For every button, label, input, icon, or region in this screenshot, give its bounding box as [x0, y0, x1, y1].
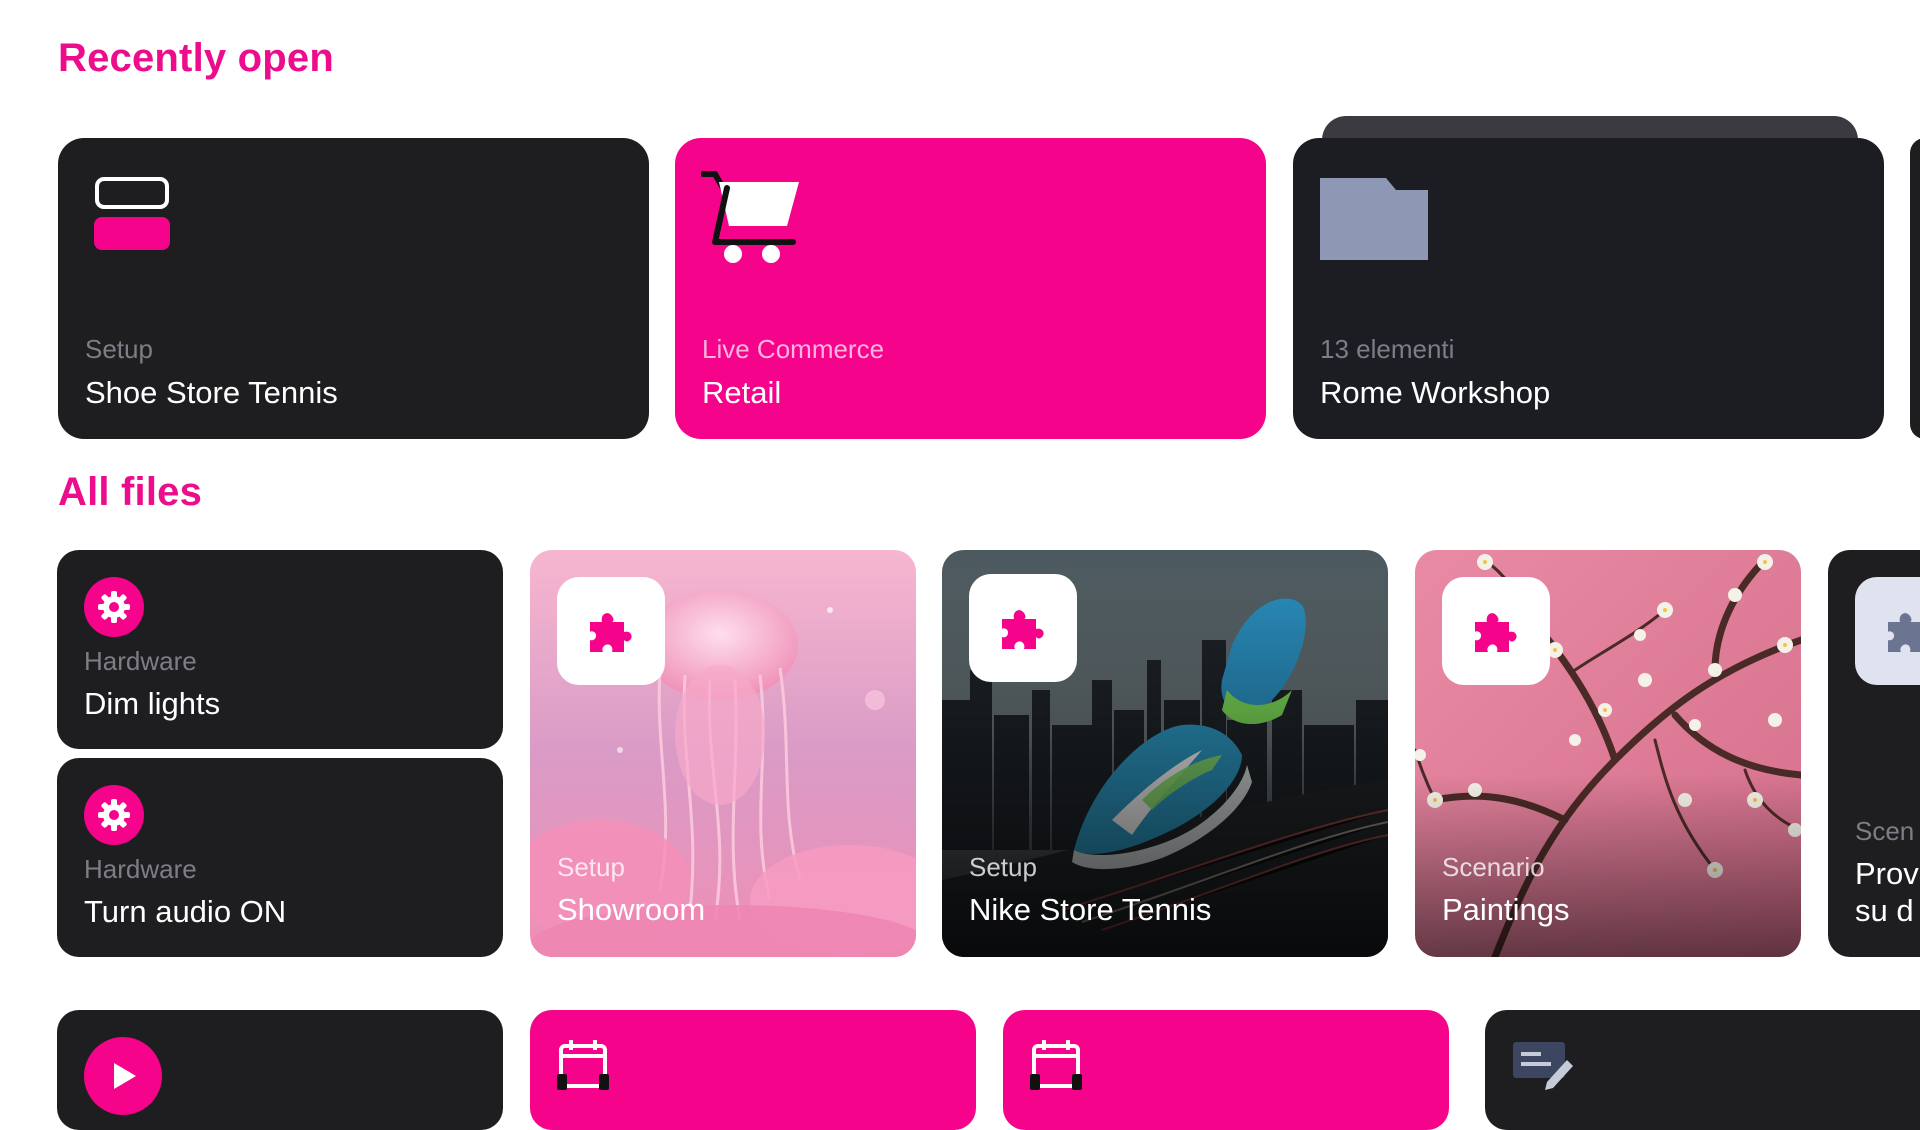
file-card-paintings[interactable]: Scenario Paintings	[1415, 550, 1801, 957]
puzzle-icon	[969, 574, 1077, 682]
bottom-card-3[interactable]	[1003, 1010, 1449, 1130]
card-title: Rome Workshop	[1320, 375, 1551, 410]
card-subtitle: Hardware	[84, 854, 197, 884]
bottom-card-2[interactable]	[530, 1010, 976, 1130]
card-title: Nike Store Tennis	[969, 892, 1212, 927]
recent-card-retail[interactable]: Live Commerce Retail	[675, 138, 1266, 439]
cart-icon	[701, 171, 799, 263]
puzzle-icon	[557, 577, 665, 685]
bottom-card-4[interactable]	[1485, 1010, 1920, 1130]
card-subtitle: Scen	[1855, 816, 1915, 846]
file-card-dim-lights[interactable]: Hardware Dim lights	[57, 550, 503, 749]
file-card-showroom[interactable]: Setup Showroom	[530, 550, 916, 957]
card-subtitle: Setup	[557, 852, 625, 882]
card-subtitle: 13 elementi	[1320, 334, 1455, 364]
card-title: Prov	[1855, 856, 1919, 891]
card-title: Turn audio ON	[84, 894, 287, 929]
layout-icon	[94, 177, 170, 250]
edit-icon	[1513, 1042, 1573, 1090]
calendar-icon	[557, 1040, 609, 1090]
play-icon	[84, 1037, 162, 1115]
puzzle-icon	[1442, 577, 1550, 685]
card-title: Retail	[702, 375, 782, 410]
bottom-card-1[interactable]	[57, 1010, 503, 1130]
recently-open-title: Recently open	[58, 36, 334, 80]
file-card-partial[interactable]: Scen Prov su d	[1828, 550, 1920, 957]
card-subtitle: Setup	[85, 334, 153, 364]
recent-card-partial[interactable]	[1910, 138, 1920, 439]
card-title-line2: su d	[1855, 893, 1914, 928]
recent-card-rome-workshop[interactable]: 13 elementi Rome Workshop	[1293, 138, 1884, 439]
file-card-nike-store-tennis[interactable]: Setup Nike Store Tennis	[942, 550, 1388, 957]
card-title: Dim lights	[84, 686, 221, 721]
calendar-icon	[1030, 1040, 1082, 1090]
card-title: Showroom	[557, 892, 706, 927]
file-card-turn-audio-on[interactable]: Hardware Turn audio ON	[57, 758, 503, 957]
gear-icon	[84, 785, 144, 845]
puzzle-icon	[1855, 577, 1920, 685]
recent-card-shoe-store-tennis[interactable]: Setup Shoe Store Tennis	[58, 138, 649, 439]
card-title: Paintings	[1442, 892, 1570, 927]
card-subtitle: Live Commerce	[702, 334, 885, 364]
card-title: Shoe Store Tennis	[85, 375, 338, 410]
card-subtitle: Scenario	[1442, 852, 1545, 882]
gear-icon	[84, 577, 144, 637]
card-subtitle: Setup	[969, 852, 1037, 882]
card-subtitle: Hardware	[84, 646, 197, 676]
folder-icon	[1320, 178, 1428, 260]
all-files-title: All files	[58, 470, 203, 514]
